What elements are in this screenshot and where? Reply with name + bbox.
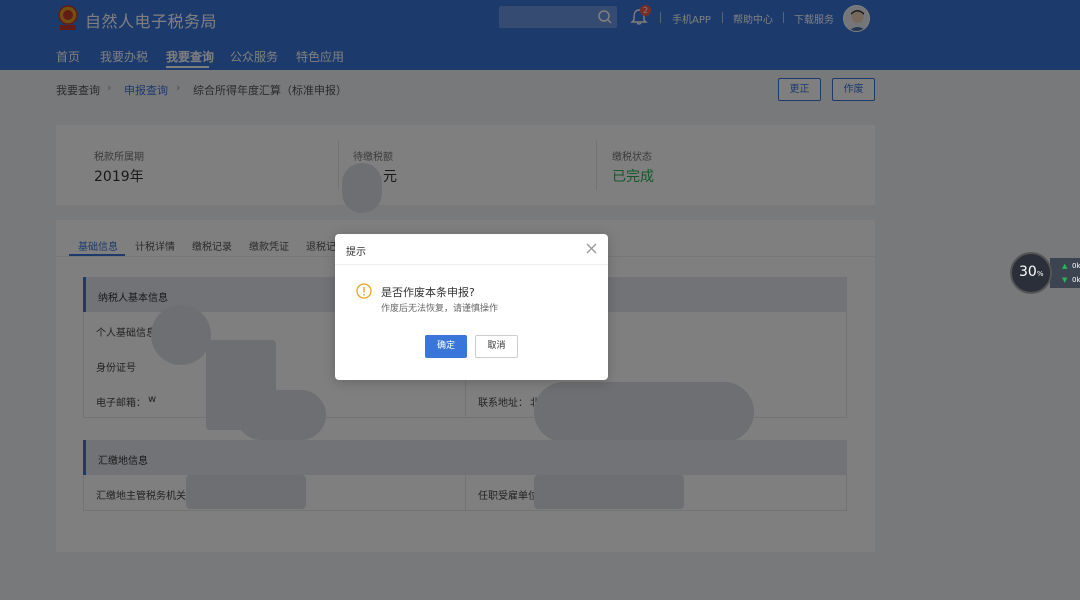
speed-widget[interactable]: 30% ▲ 0k ▼ 0k	[1010, 252, 1080, 294]
confirm-dialog: 提示 是否作废本条申报? 作废后无法恢复，请谨慎操作 确定 取消	[335, 234, 608, 380]
confirm-button[interactable]: 确定	[425, 335, 467, 358]
widget-percent-unit: %	[1036, 270, 1044, 278]
dialog-message: 是否作废本条申报?	[381, 286, 475, 299]
widget-download: 0k	[1072, 276, 1080, 284]
widget-percent: 30%	[1019, 264, 1043, 280]
widget-percent-value: 30	[1019, 264, 1037, 280]
cancel-button[interactable]: 取消	[475, 335, 518, 358]
widget-upload: 0k	[1072, 262, 1080, 270]
dialog-title: 提示	[346, 247, 366, 258]
upload-arrow-icon: ▲	[1062, 262, 1068, 270]
warning-icon	[356, 283, 372, 299]
dialog-sub-message: 作废后无法恢复，请谨慎操作	[381, 304, 499, 314]
divider	[335, 264, 608, 265]
download-arrow-icon: ▼	[1062, 276, 1068, 284]
close-icon[interactable]	[585, 242, 598, 255]
